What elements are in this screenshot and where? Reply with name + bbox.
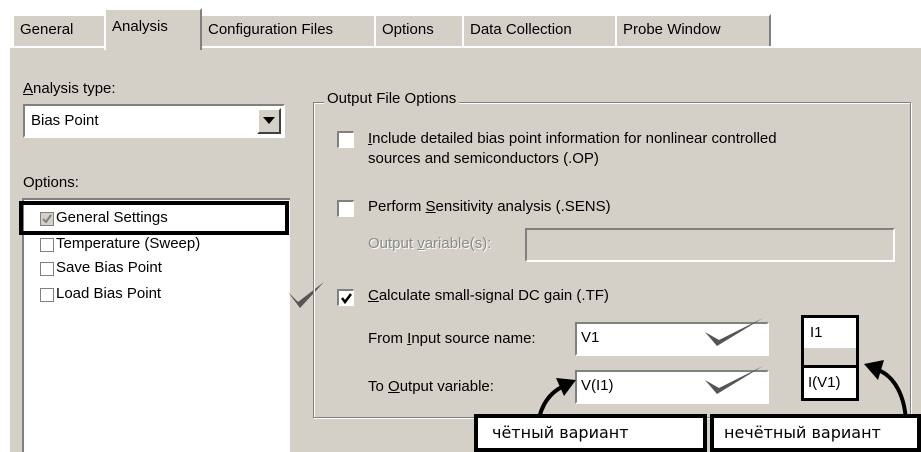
dropdown-arrow-icon [263,117,275,124]
checkbox-icon [40,238,54,252]
checkbox-icon [40,288,54,302]
option-label: Load Bias Point [56,285,162,302]
option-label: Save Bias Point [56,259,162,276]
checkmark-annotation-icon [705,318,763,346]
analysis-type-dropdown-button[interactable] [257,108,281,134]
small-signal-label: Calculate small-signal DC gain (.TF) [368,287,609,304]
from-input-label: From Input source name: [368,330,536,347]
even-variant-label: чётный вариант [492,423,629,442]
include-detailed-line1: nclude detailed bias point information f… [372,130,777,147]
sensitivity-accel: S [425,198,436,215]
checkmark-icon [341,293,352,305]
odd-input-value: I1 [810,324,823,341]
odd-output-value-box: I(V1) [801,365,859,401]
output-file-options-title: Output File Options [324,90,460,107]
output-variables-accel: v [417,235,425,252]
from-input-pre: From [368,330,408,347]
panel-content: Analysis type: Bias Point Options: Gener… [0,0,921,452]
checkmark-annotation-icon [705,366,763,394]
to-output-value: V(I1) [581,377,614,394]
output-variables-input[interactable] [525,228,895,262]
odd-box-gap [801,348,859,366]
output-variables-pre: Output [368,235,418,252]
small-signal-rest: alculate small-signal DC gain (.TF) [378,287,609,304]
options-label: Options: [23,174,79,191]
include-detailed-line2: sources and semiconductors (.OP) [368,150,599,167]
analysis-type-select[interactable]: Bias Point [23,104,285,138]
options-listbox[interactable]: General Settings Temperature (Sweep) Sav… [22,198,290,452]
include-detailed-checkbox[interactable] [337,131,354,148]
analysis-type-value: Bias Point [31,112,99,129]
odd-input-value-box: I1 [801,315,859,351]
highlight-frame [19,201,289,235]
from-input-post: nput source name: [411,330,536,347]
include-detailed-label: Include detailed bias point information … [368,129,777,169]
sensitivity-pre: Perform [368,198,426,215]
analysis-type-label: Analysis type: [23,80,116,97]
output-variables-label: Output variable(s): [368,235,491,252]
small-signal-accel: C [368,287,379,304]
odd-variant-tag: нечётный вариант [710,414,921,452]
to-output-post: utput variable: [399,378,494,395]
analysis-type-label-text: nalysis type: [33,80,116,97]
sensitivity-label: Perform Sensitivity analysis (.SENS) [368,198,611,215]
odd-output-value: I(V1) [808,374,841,391]
even-variant-tag: чётный вариант [474,414,707,452]
sensitivity-checkbox[interactable] [337,200,354,217]
option-label: Temperature (Sweep) [56,235,201,252]
to-output-label: To Output variable: [368,378,494,395]
checkbox-icon [40,262,54,276]
to-output-pre: To [368,378,389,395]
small-signal-checkbox[interactable] [337,289,354,306]
from-input-value: V1 [581,329,600,346]
output-variables-post: ariable(s): [424,235,492,252]
to-output-accel: O [388,378,400,395]
sensitivity-post: ensitivity analysis (.SENS) [435,198,611,215]
analysis-type-accel: A [23,80,34,97]
odd-variant-label: нечётный вариант [724,423,881,442]
